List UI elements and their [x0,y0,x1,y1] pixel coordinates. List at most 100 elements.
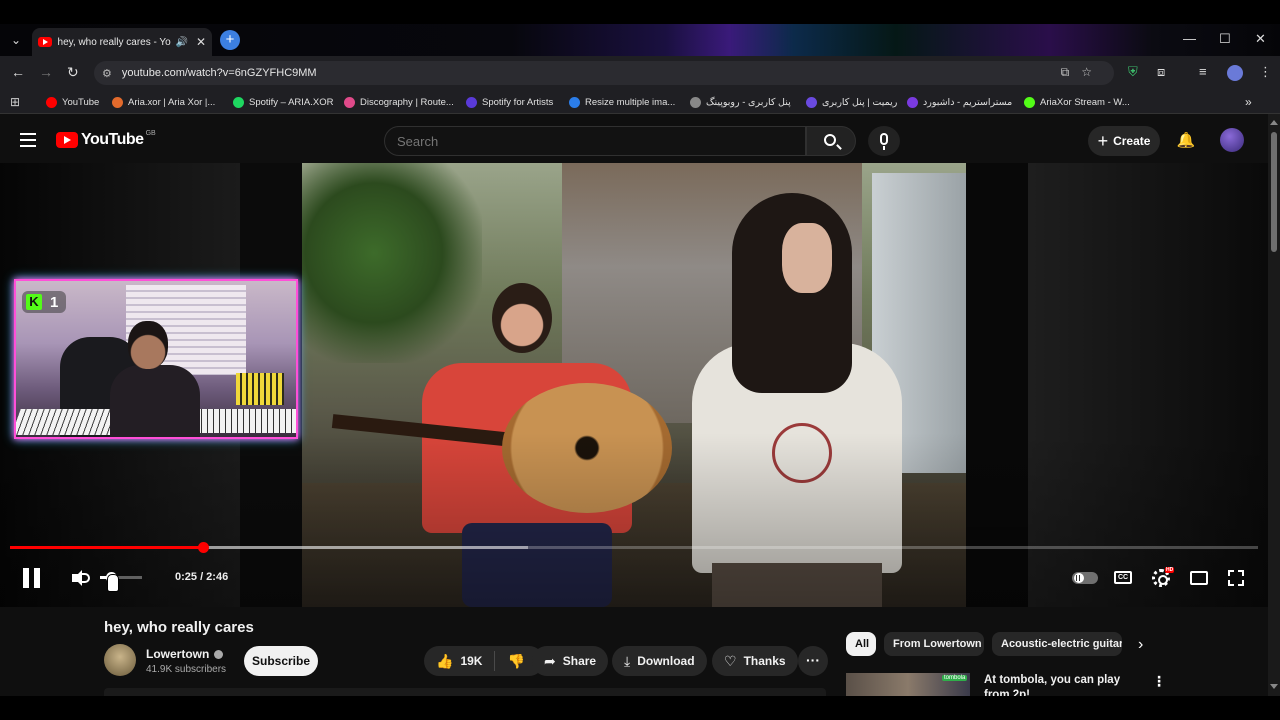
bookmarks-overflow-icon[interactable]: » [1245,95,1252,109]
account-avatar[interactable] [1220,128,1244,152]
bookmark-favicon-icon [806,96,817,108]
pause-button[interactable] [22,568,42,588]
bookmark-item[interactable]: YouTube [46,95,99,109]
bookmark-label: پنل کاربری - روبوپینگ [706,96,791,108]
recommendation-title[interactable]: At tombola, you can play from 2p! [984,673,1144,696]
new-tab-button[interactable]: + [220,30,240,50]
webcam-overlay: K 1 [14,279,298,439]
media-controls-icon[interactable]: ≡ [1199,64,1207,79]
bookmark-favicon-icon [112,96,123,108]
chips-next-chevron-icon[interactable]: › [1138,636,1143,654]
bookmark-item[interactable]: Spotify – ARIA.XOR [233,95,333,109]
download-icon: ⤓ [624,652,631,669]
chip-from-lowertown[interactable]: From Lowertown [884,632,984,656]
bookmark-star-icon[interactable]: ☆ [1081,65,1104,79]
voice-search-button[interactable] [868,126,900,156]
search-button[interactable] [806,126,856,156]
more-actions-icon[interactable]: ··· [798,646,828,676]
thumbs-down-icon: 👎 [507,652,525,669]
scroll-down-arrow-icon[interactable] [1270,684,1278,689]
search-input[interactable] [384,126,806,156]
install-app-icon[interactable]: ⧉ [1061,65,1082,79]
recommendation-thumbnail[interactable]: tombola [846,673,970,696]
maximize-button[interactable]: ☐ [1219,31,1231,47]
channel-avatar[interactable] [104,644,136,676]
notifications-bell-icon[interactable]: 🔔 [1176,131,1196,151]
download-button[interactable]: ⤓ Download [612,646,707,676]
site-info-icon[interactable]: ⚙ [102,67,112,80]
subscribe-button[interactable]: Subscribe [244,646,318,676]
extensions-puzzle-icon[interactable]: ⧈ [1157,64,1165,80]
scroll-up-arrow-icon[interactable] [1270,120,1278,125]
bookmark-item[interactable]: ریمیت | پنل کاربری [806,95,897,109]
recommendation-more-icon[interactable]: ⋮ [1152,673,1166,690]
thanks-button[interactable]: ♡ Thanks [712,646,798,676]
like-button[interactable]: 👍 19K [424,651,496,671]
bookmark-label: Discography | Route... [360,96,454,108]
apps-grid-icon[interactable]: ⊞ [10,95,20,109]
share-button[interactable]: ➦ Share [532,646,609,676]
back-button[interactable]: ← [11,64,25,80]
tab-audio-icon[interactable]: 🔊 [175,37,187,48]
bookmark-item[interactable]: Spotify for Artists [466,95,553,109]
progress-bar[interactable] [10,542,1258,553]
mouse-pointer-hand-icon [107,574,119,592]
thumbs-up-icon: 👍 [436,652,454,669]
tab-search-dropdown-icon[interactable]: ⌄ [6,30,26,50]
progress-played [10,546,204,549]
youtube-logo[interactable]: YouTube GB [56,130,156,149]
minimize-button[interactable]: — [1183,31,1196,46]
bookmark-label: Spotify – ARIA.XOR [249,96,334,108]
tab-strip: ⌄ hey, who really cares - YouTube 🔊 ✕ [0,24,1280,56]
bookmark-favicon-icon [569,96,580,108]
kick-logo-icon: K [26,294,42,310]
bookmark-item[interactable]: پنل کاربری - روبوپینگ [690,95,791,109]
reload-button[interactable]: ↻ [67,64,79,81]
close-window-button[interactable]: ✕ [1255,31,1266,47]
omnibox[interactable]: ⚙ youtube.com/watch?v=6nGZYFHC9MM ⧉☆ [94,61,1114,85]
guide-menu-icon[interactable] [20,133,36,147]
bookmark-item[interactable]: Aria.xor | Aria Xor |... [112,95,215,109]
profile-avatar-icon[interactable] [1227,65,1243,81]
chip-acoustic-electric-guitar[interactable]: Acoustic-electric guitar [992,632,1122,656]
verified-check-icon [214,650,224,660]
bookmark-favicon-icon [233,96,244,108]
screen-top-bar [0,0,1280,24]
chip-all[interactable]: All [846,632,876,656]
thanks-label: Thanks [743,654,786,668]
subtitles-button[interactable]: CC [1114,571,1132,584]
kick-viewer-badge: K 1 [22,291,66,313]
bookmark-item[interactable]: Discography | Route... [344,95,454,109]
browser-tab-youtube[interactable]: hey, who really cares - YouTube 🔊 ✕ [32,28,212,56]
forward-button[interactable]: → [39,64,53,80]
bookmark-favicon-icon [690,96,701,108]
bookmark-label: Spotify for Artists [482,96,554,108]
dislike-button[interactable]: 👎 [495,653,536,670]
thanks-heart-icon: ♡ [724,652,737,669]
bookmark-favicon-icon [466,96,477,108]
bookmark-label: Resize multiple ima... [585,96,676,108]
theater-mode-button[interactable] [1190,571,1208,585]
bookmark-item[interactable]: AriaXor Stream - W... [1024,95,1130,109]
channel-name[interactable]: Lowertown [146,647,224,661]
hd-badge: HD [1165,567,1175,573]
page-scrollbar[interactable] [1268,114,1280,696]
bookmark-label: YouTube [62,96,100,108]
create-button[interactable]: + Create [1088,126,1160,156]
time-display: 0:25 / 2:46 [175,571,229,583]
viewer-count: 1 [50,293,59,311]
shield-extension-icon[interactable]: ⛨ [1128,64,1138,80]
plus-icon: + [1097,130,1109,151]
share-label: Share [562,654,597,668]
browser-menu-icon[interactable]: ⋮ [1259,64,1272,80]
bookmark-item[interactable]: مستراستریم - داشبورد [907,95,1012,109]
bookmark-favicon-icon [907,96,918,108]
bookmark-item[interactable]: Resize multiple ima... [569,95,675,109]
bookmark-favicon-icon [46,96,57,108]
scrollbar-thumb[interactable] [1271,132,1277,252]
autoplay-toggle[interactable] [1072,572,1098,584]
mute-button[interactable] [70,569,92,587]
tab-close-icon[interactable]: ✕ [196,35,206,49]
autoplay-pause-icon [1076,575,1077,581]
fullscreen-button[interactable] [1228,570,1244,586]
